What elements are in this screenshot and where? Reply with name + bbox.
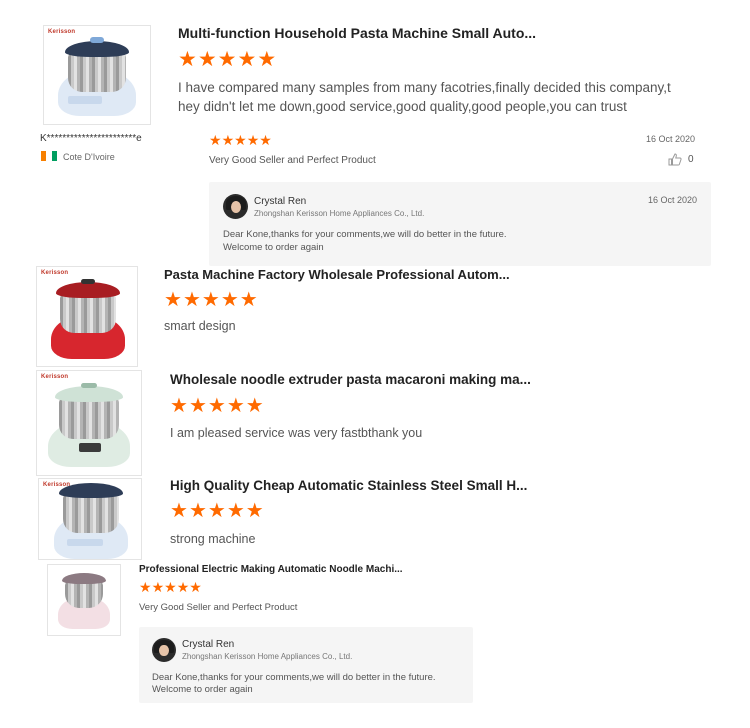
star-icon: ★	[201, 289, 220, 311]
product-thumbnail[interactable]: Kerisson	[38, 478, 142, 560]
star-icon: ★	[170, 395, 188, 417]
buyer-country: Cote D'Ivoire	[63, 152, 115, 162]
rating-stars: ★ ★ ★ ★ ★	[170, 396, 264, 416]
star-icon: ★	[207, 500, 226, 522]
product-thumbnail[interactable]	[47, 564, 121, 636]
review-text: I am pleased service was very fastbthank…	[170, 426, 423, 440]
seller-reply: Crystal Ren Zhongshan Kerisson Home Appl…	[139, 627, 473, 703]
reply-author: Crystal Ren	[182, 639, 235, 650]
star-icon: ★	[164, 289, 182, 311]
star-icon: ★	[239, 289, 258, 311]
review-product-title[interactable]: Wholesale noodle extruder pasta macaroni…	[170, 372, 531, 387]
review-product-title[interactable]: Pasta Machine Factory Wholesale Professi…	[164, 267, 510, 282]
reply-text: Dear Kone,thanks for your comments,we wi…	[152, 672, 436, 683]
brand-logo: Kerisson	[41, 270, 69, 276]
reply-company: Zhongshan Kerisson Home Appliances Co., …	[182, 652, 353, 661]
reply-text: Welcome to order again	[223, 242, 324, 253]
star-icon: ★	[197, 48, 217, 71]
review-product-title[interactable]: Multi-function Household Pasta Machine S…	[178, 25, 536, 41]
pasta-machine-image	[54, 36, 140, 120]
flag-icon	[41, 151, 57, 161]
reply-text: Dear Kone,thanks for your comments,we wi…	[223, 229, 507, 240]
star-icon: ★	[182, 289, 201, 311]
star-icon: ★	[259, 132, 272, 148]
star-icon: ★	[234, 132, 247, 148]
pasta-machine-image	[45, 383, 133, 471]
buyer-name: K***********************e	[40, 133, 142, 144]
star-icon: ★	[170, 500, 188, 522]
like-button[interactable]: 0	[668, 153, 694, 166]
rating-stars: ★ ★ ★ ★ ★	[139, 580, 202, 594]
brand-logo: Kerisson	[48, 29, 76, 35]
review-text: smart design	[164, 319, 236, 333]
star-icon: ★	[226, 500, 245, 522]
rating-stars: ★ ★ ★ ★ ★	[164, 290, 258, 310]
review-text: I have compared many samples from many f…	[178, 80, 671, 95]
seller-reply: Crystal Ren Zhongshan Kerisson Home Appl…	[209, 182, 711, 266]
brand-logo: Kerisson	[41, 374, 69, 380]
star-icon: ★	[220, 289, 239, 311]
thumbs-up-icon	[668, 153, 682, 166]
review-product-title[interactable]: High Quality Cheap Automatic Stainless S…	[170, 478, 527, 493]
star-icon: ★	[237, 48, 257, 71]
star-icon: ★	[151, 579, 165, 595]
avatar	[223, 194, 248, 219]
pasta-machine-image	[56, 571, 112, 631]
review-date: 16 Oct 2020	[646, 134, 696, 144]
star-icon: ★	[188, 395, 207, 417]
star-icon: ★	[209, 132, 222, 148]
star-icon: ★	[176, 579, 190, 595]
star-icon: ★	[178, 48, 197, 71]
star-icon: ★	[245, 395, 264, 417]
reply-company: Zhongshan Kerisson Home Appliances Co., …	[254, 209, 425, 218]
pasta-machine-image	[51, 481, 131, 559]
star-icon: ★	[226, 395, 245, 417]
review-text: Very Good Seller and Perfect Product	[139, 602, 298, 613]
review-text: strong machine	[170, 532, 256, 546]
rating-stars: ★ ★ ★ ★ ★	[170, 501, 264, 521]
review-comment: Very Good Seller and Perfect Product	[209, 155, 376, 166]
star-icon: ★	[245, 500, 264, 522]
reply-date: 16 Oct 2020	[648, 195, 698, 205]
star-icon: ★	[246, 132, 260, 148]
product-thumbnail[interactable]: Kerisson	[36, 370, 142, 476]
star-icon: ★	[207, 395, 226, 417]
star-icon: ★	[164, 579, 177, 595]
rating-stars: ★ ★ ★ ★ ★	[209, 133, 272, 147]
review-product-title[interactable]: Professional Electric Making Automatic N…	[139, 564, 403, 575]
rating-stars: ★ ★ ★ ★ ★	[178, 49, 276, 70]
reply-text: Welcome to order again	[152, 684, 253, 695]
reply-author: Crystal Ren	[254, 196, 307, 207]
star-icon: ★	[189, 579, 202, 595]
star-icon: ★	[139, 579, 152, 595]
like-count: 0	[688, 154, 694, 165]
star-icon: ★	[257, 48, 277, 71]
pasta-machine-image	[47, 279, 129, 363]
avatar	[152, 638, 176, 662]
star-icon: ★	[188, 500, 207, 522]
product-thumbnail[interactable]: Kerisson	[43, 25, 151, 125]
star-icon: ★	[221, 132, 235, 148]
star-icon: ★	[217, 48, 237, 71]
review-text: hey didn't let me down,good service,good…	[178, 99, 627, 114]
product-thumbnail[interactable]: Kerisson	[36, 266, 138, 367]
